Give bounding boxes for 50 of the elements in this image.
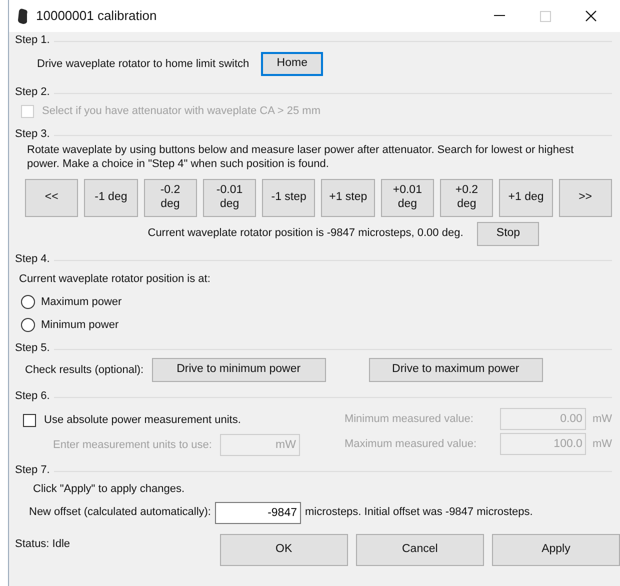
home-button[interactable]: Home	[261, 52, 324, 76]
group-heading: Step 7.	[15, 462, 50, 478]
step-button[interactable]: -0.2 deg	[144, 178, 197, 217]
checkbox-label: Select if you have attenuator with waveplate CA > 25 mm	[42, 104, 321, 119]
step-button[interactable]: +1 deg	[499, 178, 553, 217]
step-button[interactable]: -1 deg	[84, 178, 138, 217]
step-button[interactable]: -1 step	[262, 178, 316, 217]
radio-button[interactable]	[21, 318, 35, 332]
status-text: Status: Idle	[15, 536, 72, 552]
position-text: Current waveplate rotator position is -9847 microsteps, 0.00 deg.	[148, 226, 464, 242]
instruction-text: Click "Apply" to apply changes.	[32, 482, 186, 498]
radio-label: Minimum power	[41, 318, 119, 333]
offset-field[interactable]: -9847	[215, 502, 301, 524]
step-button[interactable]: <<	[25, 178, 78, 217]
apply-button[interactable]: Apply	[492, 534, 620, 566]
field-label: Enter measurement units to use:	[53, 438, 212, 453]
stop-button[interactable]: Stop	[477, 222, 540, 246]
ok-button[interactable]: OK	[220, 534, 348, 566]
group-heading: Step 3.	[15, 126, 50, 142]
group-heading: Step 2.	[15, 84, 50, 100]
window-title: 10000001 calibration	[36, 7, 158, 26]
cancel-button[interactable]: Cancel	[356, 534, 484, 566]
offset-note: microsteps. Initial offset was -9847 microsteps.	[305, 505, 533, 520]
field-label: New offset (calculated automatically):	[29, 505, 211, 520]
close-icon	[585, 10, 597, 22]
step-button[interactable]: >>	[558, 178, 612, 217]
unit-label: mW	[592, 436, 612, 452]
instruction-text: Drive waveplate rotator to home limit switch	[37, 56, 250, 72]
group-heading: Step 1.	[15, 32, 50, 48]
step-button[interactable]: +0.01 deg	[380, 178, 434, 217]
group-heading: Step 4.	[15, 252, 50, 268]
minimize-icon	[494, 15, 504, 17]
checkbox-label: Use absolute power measurement units.	[44, 412, 241, 428]
instruction-text: Rotate waveplate by using buttons below and measure laser power after attenuator. Search for lowest or highest power. Make a choice in "Step 4" when such position is found.	[26, 143, 575, 172]
group-heading: Step 5.	[15, 340, 50, 356]
step-button[interactable]: +1 step	[321, 178, 375, 217]
drive-min-button[interactable]: Drive to minimum power	[152, 358, 326, 382]
field-label: Minimum measured value:	[344, 412, 474, 427]
step-button[interactable]: -0.01 deg	[202, 178, 256, 217]
instruction-text: Check results (optional):	[25, 362, 144, 378]
instruction-text: Current waveplate rotator position is at:	[18, 272, 212, 287]
step-button[interactable]: +0.2 deg	[440, 178, 494, 217]
radio-button[interactable]	[21, 295, 35, 310]
group-heading: Step 6.	[15, 388, 50, 404]
unit-label: mW	[592, 412, 612, 427]
radio-label: Maximum power	[41, 295, 122, 310]
app-icon	[17, 8, 28, 24]
drive-max-button[interactable]: Drive to maximum power	[368, 358, 543, 382]
field-label: Maximum measured value:	[344, 436, 478, 452]
maximize-icon	[540, 10, 550, 22]
